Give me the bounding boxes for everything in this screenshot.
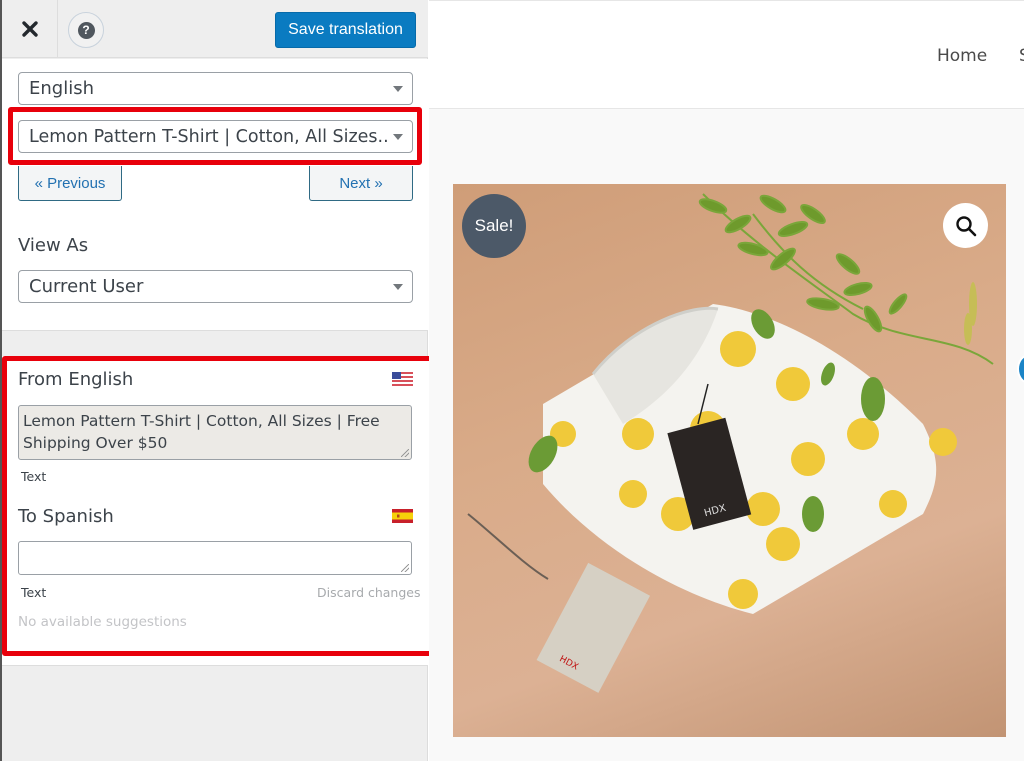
product-image[interactable]: HDX HDX Sale! bbox=[453, 184, 1006, 737]
side-scroll-handle[interactable] bbox=[1017, 354, 1024, 384]
suggestions-status: No available suggestions bbox=[18, 614, 187, 630]
help-icon: ? bbox=[77, 21, 95, 39]
nav-link-partial[interactable]: S bbox=[1019, 46, 1024, 66]
string-select[interactable]: Lemon Pattern T-Shirt | Cotton, All Size… bbox=[18, 120, 413, 153]
string-select-value: Lemon Pattern T-Shirt | Cotton, All Size… bbox=[29, 126, 389, 147]
source-text-field: Lemon Pattern T-Shirt | Cotton, All Size… bbox=[18, 405, 412, 460]
kraft-hang-tag: HDX bbox=[536, 562, 651, 693]
language-select[interactable]: English bbox=[18, 72, 413, 105]
search-icon bbox=[955, 215, 976, 236]
sale-badge: Sale! bbox=[462, 194, 526, 258]
source-text: Lemon Pattern T-Shirt | Cotton, All Size… bbox=[23, 412, 380, 452]
spain-flag-icon bbox=[392, 509, 413, 523]
save-translation-button[interactable]: Save translation bbox=[275, 12, 416, 48]
translation-panel: ? Save translation English Lemon Pattern… bbox=[0, 0, 435, 761]
site-preview: Home S bbox=[429, 0, 1024, 761]
translation-input[interactable] bbox=[18, 541, 412, 575]
site-header: Home S bbox=[429, 0, 1024, 109]
close-icon bbox=[21, 21, 38, 37]
source-type-label: Text bbox=[21, 469, 47, 484]
view-as-select[interactable]: Current User bbox=[18, 270, 413, 303]
panel-toolbar: ? Save translation bbox=[2, 0, 428, 58]
translation-editor-section: From English Lemon Pattern T-Shirt | Cot… bbox=[2, 356, 428, 666]
view-as-label: View As bbox=[18, 235, 89, 256]
chevron-down-icon bbox=[393, 86, 403, 92]
image-zoom-button[interactable] bbox=[943, 203, 988, 248]
string-selection-section: English Lemon Pattern T-Shirt | Cotton, … bbox=[2, 59, 428, 331]
resize-handle-icon[interactable] bbox=[401, 449, 409, 457]
view-as-select-value: Current User bbox=[29, 276, 144, 297]
us-flag-icon bbox=[392, 372, 413, 386]
target-type-label: Text bbox=[21, 585, 47, 600]
help-button[interactable]: ? bbox=[68, 12, 104, 48]
chevron-down-icon bbox=[393, 284, 403, 290]
language-select-value: English bbox=[29, 78, 94, 99]
resize-handle-icon[interactable] bbox=[401, 564, 409, 572]
product-photo-illustration: HDX HDX bbox=[467, 193, 994, 693]
chevron-down-icon bbox=[393, 134, 403, 140]
from-language-label: From English bbox=[18, 369, 134, 390]
discard-changes-link[interactable]: Discard changes bbox=[317, 585, 421, 600]
previous-button[interactable]: « Previous bbox=[18, 166, 122, 201]
next-button[interactable]: Next » bbox=[309, 166, 413, 201]
to-language-label: To Spanish bbox=[18, 506, 114, 527]
nav-link-home[interactable]: Home bbox=[937, 46, 987, 66]
close-button[interactable] bbox=[2, 0, 58, 58]
